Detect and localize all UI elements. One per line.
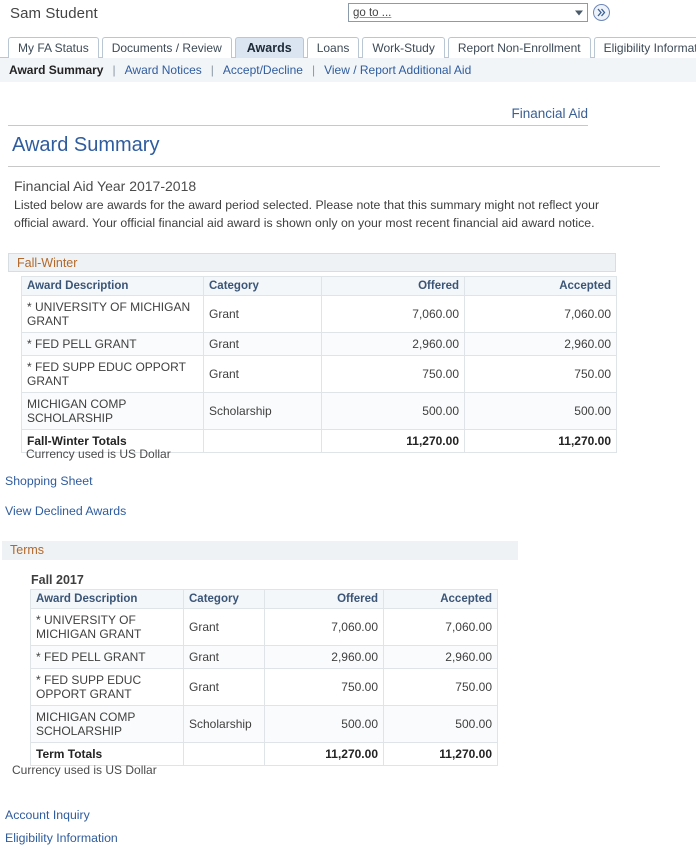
tab-my-fa-status[interactable]: My FA Status: [8, 37, 99, 58]
link-shopping-sheet[interactable]: Shopping Sheet: [5, 474, 93, 488]
cell-category: Scholarship: [183, 705, 265, 743]
cell-offered: 500.00: [264, 705, 384, 743]
table-row: MICHIGAN COMP SCHOLARSHIP Scholarship 50…: [21, 392, 617, 430]
cell-offered: 500.00: [321, 392, 465, 430]
column-header-award-description[interactable]: Award Description: [21, 276, 204, 296]
table-row: * UNIVERSITY OF MICHIGAN GRANT Grant 7,0…: [30, 608, 498, 646]
column-header-category[interactable]: Category: [203, 276, 322, 296]
cell-totals-accepted: 11,270.00: [383, 742, 498, 766]
sub-navigation: Award Summary | Award Notices | Accept/D…: [0, 58, 696, 82]
cell-offered: 750.00: [321, 355, 465, 393]
group-header-fall-winter-label: Fall-Winter: [17, 256, 78, 270]
cell-category: Grant: [183, 645, 265, 669]
tab-report-non-enrollment[interactable]: Report Non-Enrollment: [447, 37, 591, 58]
cell-accepted: 750.00: [383, 668, 498, 706]
column-header-category[interactable]: Category: [183, 589, 265, 609]
cell-accepted: 7,060.00: [464, 295, 617, 333]
goto-select[interactable]: go to ...: [348, 3, 588, 22]
cell-offered: 7,060.00: [264, 608, 384, 646]
tab-eligibility-information[interactable]: Eligibility Information: [593, 37, 696, 58]
cell-accepted: 2,960.00: [383, 645, 498, 669]
goto-selected-value: go to ...: [353, 6, 392, 19]
cell-totals-category: [183, 742, 265, 766]
cell-category: Grant: [203, 332, 322, 356]
column-header-award-description[interactable]: Award Description: [30, 589, 184, 609]
subnav-item-award-notices[interactable]: Award Notices: [125, 63, 202, 77]
currency-note-fall-winter: Currency used is US Dollar: [26, 447, 171, 461]
cell-accepted: 500.00: [464, 392, 617, 430]
cell-offered: 750.00: [264, 668, 384, 706]
cell-accepted: 750.00: [464, 355, 617, 393]
breadcrumb-label: Financial Aid: [511, 106, 588, 121]
fall-winter-award-table: Award Description Category Offered Accep…: [21, 276, 617, 453]
top-bar: Sam Student go to ...: [0, 0, 696, 30]
cell-totals-accepted: 11,270.00: [464, 429, 617, 453]
cell-award-description: MICHIGAN COMP SCHOLARSHIP: [21, 392, 204, 430]
subnav-separator: |: [311, 63, 316, 77]
subnav-item-accept-decline[interactable]: Accept/Decline: [223, 63, 303, 77]
cell-award-description: MICHIGAN COMP SCHOLARSHIP: [30, 705, 184, 743]
table-row: * FED PELL GRANT Grant 2,960.00 2,960.00: [30, 645, 498, 669]
link-view-declined-awards[interactable]: View Declined Awards: [5, 504, 126, 518]
cell-totals-category: [203, 429, 322, 453]
cell-award-description: * FED PELL GRANT: [21, 332, 204, 356]
subnav-item-award-summary[interactable]: Award Summary: [9, 63, 103, 77]
goto-submit-button[interactable]: [593, 4, 610, 21]
cell-category: Scholarship: [203, 392, 322, 430]
tab-loans[interactable]: Loans: [306, 37, 360, 58]
cell-category: Grant: [183, 668, 265, 706]
link-account-inquiry[interactable]: Account Inquiry: [5, 808, 90, 822]
cell-totals-offered: 11,270.00: [264, 742, 384, 766]
cell-category: Grant: [203, 295, 322, 333]
chevron-down-icon: [575, 10, 583, 15]
cell-totals-offered: 11,270.00: [321, 429, 465, 453]
subnav-separator: |: [210, 63, 214, 77]
intro-description: Listed below are awards for the award pe…: [14, 198, 600, 230]
column-header-accepted[interactable]: Accepted: [383, 589, 498, 609]
table-row: * UNIVERSITY OF MICHIGAN GRANT Grant 7,0…: [21, 295, 617, 333]
cell-category: Grant: [203, 355, 322, 393]
cell-accepted: 2,960.00: [464, 332, 617, 356]
table-header-row: Award Description Category Offered Accep…: [21, 276, 617, 296]
group-header-fall-winter: Fall-Winter: [8, 253, 616, 272]
cell-award-description: * FED SUPP EDUC OPPORT GRANT: [21, 355, 204, 393]
group-header-terms-label: Terms: [10, 543, 45, 557]
cell-offered: 7,060.00: [321, 295, 465, 333]
title-divider: [8, 166, 660, 167]
table-header-row: Award Description Category Offered Accep…: [30, 589, 498, 609]
tab-work-study[interactable]: Work-Study: [362, 37, 445, 58]
goto-control: go to ...: [348, 3, 610, 22]
terms-award-table: Award Description Category Offered Accep…: [30, 589, 498, 766]
tab-documents-review[interactable]: Documents / Review: [101, 37, 232, 58]
subnav-item-view-report-additional-aid[interactable]: View / Report Additional Aid: [324, 63, 471, 77]
table-row: MICHIGAN COMP SCHOLARSHIP Scholarship 50…: [30, 705, 498, 743]
main-tab-bar: My FA Status Documents / Review Awards L…: [8, 36, 696, 58]
cell-accepted: 7,060.00: [383, 608, 498, 646]
subnav-separator: |: [112, 63, 116, 77]
table-row: * FED SUPP EDUC OPPORT GRANT Grant 750.0…: [21, 355, 617, 393]
currency-note-terms: Currency used is US Dollar: [12, 763, 157, 777]
cell-award-description: * UNIVERSITY OF MICHIGAN GRANT: [21, 295, 204, 333]
table-row: * FED PELL GRANT Grant 2,960.00 2,960.00: [21, 332, 617, 356]
table-row: * FED SUPP EDUC OPPORT GRANT Grant 750.0…: [30, 668, 498, 706]
cell-offered: 2,960.00: [321, 332, 465, 356]
tab-awards[interactable]: Awards: [234, 37, 304, 58]
group-header-terms: Terms: [2, 541, 518, 560]
link-eligibility-information[interactable]: Eligibility Information: [5, 831, 118, 845]
column-header-offered[interactable]: Offered: [321, 276, 465, 296]
cell-award-description: * FED PELL GRANT: [30, 645, 184, 669]
cell-award-description: * FED SUPP EDUC OPPORT GRANT: [30, 668, 184, 706]
column-header-offered[interactable]: Offered: [264, 589, 384, 609]
column-header-accepted[interactable]: Accepted: [464, 276, 617, 296]
double-chevron-right-icon: [596, 7, 607, 18]
cell-category: Grant: [183, 608, 265, 646]
page-title: Award Summary: [12, 134, 160, 156]
financial-aid-year: Financial Aid Year 2017-2018: [14, 178, 197, 194]
user-name: Sam Student: [10, 5, 98, 22]
breadcrumb: Financial Aid: [8, 106, 588, 126]
term-label-fall-2017: Fall 2017: [31, 573, 84, 587]
cell-offered: 2,960.00: [264, 645, 384, 669]
cell-award-description: * UNIVERSITY OF MICHIGAN GRANT: [30, 608, 184, 646]
cell-accepted: 500.00: [383, 705, 498, 743]
